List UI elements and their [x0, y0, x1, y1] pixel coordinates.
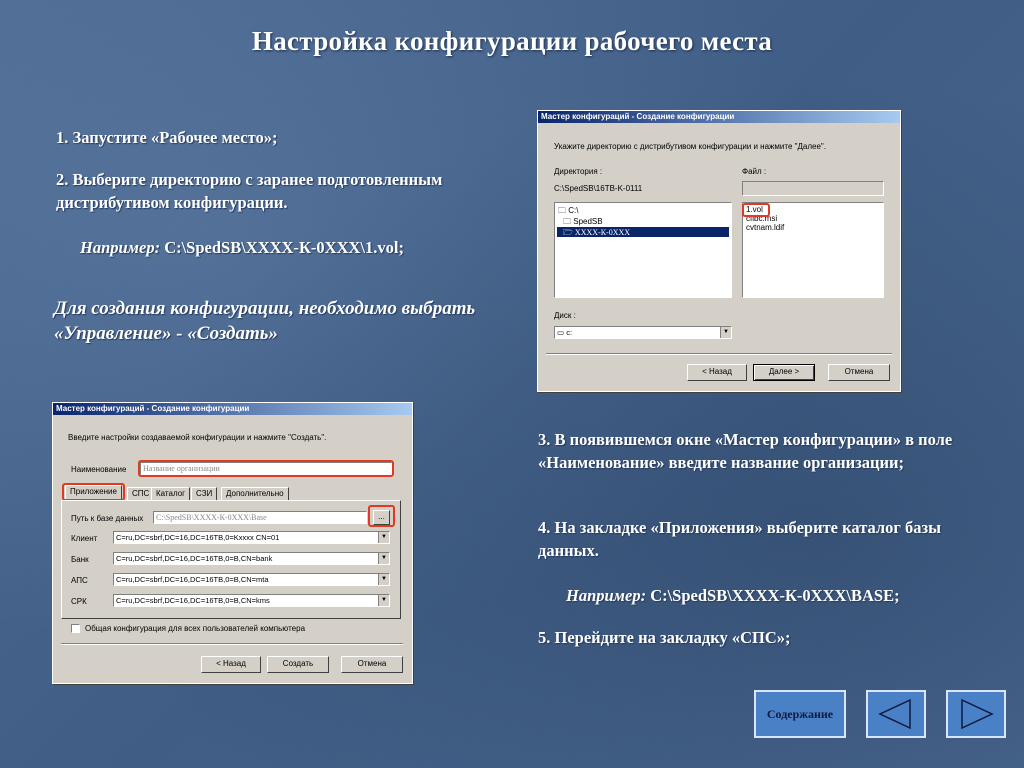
step-5: 5. Перейдите на закладку «СПС»;	[538, 628, 791, 647]
db-path-input[interactable]: C:\SpedSB\XXXX-К-0XXX\Base	[153, 511, 367, 524]
example-2-value: C:\SpedSB\XXXX-К-0XXX\BASE;	[646, 586, 900, 605]
contents-label: Содержание	[766, 706, 834, 721]
chevron-down-icon[interactable]: ▼	[378, 595, 389, 606]
row-label-aps: АПС	[71, 576, 88, 585]
file-label: Файл :	[742, 167, 767, 176]
example-1: Например: C:\SpedSB\XXXX-К-0XXX\1.vol;	[80, 236, 500, 259]
wizard-1-instruction: Укажите директорию с дистрибутивом конфи…	[554, 142, 826, 151]
file-name-field[interactable]	[742, 181, 884, 196]
folder-icon: 🗀	[558, 206, 566, 215]
next-slide-button[interactable]	[946, 690, 1006, 738]
prev-slide-button[interactable]	[866, 690, 926, 738]
folder-open-icon: 🗁	[563, 228, 573, 237]
triangle-left-icon	[878, 698, 911, 730]
shared-config-label: Общая конфигурация для всех пользователе…	[85, 624, 306, 633]
aps-select[interactable]: C=ru,DC=sbrf,DC=16,DC=16TB,0=B,CN=mta ▼	[113, 573, 390, 586]
create-button[interactable]: Создать	[267, 656, 329, 673]
folder-icon: 🗀	[563, 217, 571, 226]
chevron-down-icon[interactable]: ▼	[720, 327, 731, 338]
next-button[interactable]: Далее >	[753, 364, 815, 381]
wizard-dialog-create-config: Мастер конфигураций - Создание конфигура…	[52, 402, 413, 684]
step-1: 1. Запустите «Рабочее место»;	[56, 128, 278, 147]
example-1-value: C:\SpedSB\XXXX-К-0XXX\1.vol;	[160, 238, 404, 257]
directory-label: Директория :	[554, 167, 603, 176]
cancel-button[interactable]: Отмена	[341, 656, 403, 673]
step-3: 3. В появившемся окне «Мастер конфигурац…	[538, 430, 953, 472]
name-label: Наименование	[71, 465, 127, 474]
db-path-label: Путь к базе данных	[71, 514, 144, 523]
client-select[interactable]: C=ru,DC=sbrf,DC=16,DC=16TB,0=Kxxxx CN=01…	[113, 531, 390, 544]
highlight-browse	[368, 505, 395, 527]
drive-select[interactable]: ▭ c: ▼	[554, 326, 732, 339]
tab-additional[interactable]: Дополнительно	[221, 487, 289, 500]
highlight-name	[138, 460, 394, 477]
back-button[interactable]: < Назад	[687, 364, 747, 381]
separator	[546, 353, 892, 355]
create-note: Для создания конфигурации, необходимо вы…	[54, 298, 476, 344]
bank-select[interactable]: C=ru,DC=sbrf,DC=16,DC=16TB,0=B,CN=bank ▼	[113, 552, 390, 565]
wizard-dialog-select-dir: Мастер конфигураций - Создание конфигура…	[537, 110, 901, 392]
directory-value: C:\SpedSB\16TB-K-0111	[554, 184, 643, 193]
highlight-tab	[62, 483, 125, 501]
row-label-client: Клиент	[71, 534, 98, 543]
wizard-2-instruction: Введите настройки создаваемой конфигурац…	[68, 433, 327, 442]
separator	[61, 643, 403, 645]
step-2: 2. Выберите директорию с заранее подгото…	[56, 170, 443, 212]
row-label-bank: Банк	[71, 555, 89, 564]
folder-item-selected[interactable]: 🗁 XXXX-К-0XXX	[557, 227, 729, 237]
tab-catalog[interactable]: Каталог	[151, 487, 191, 500]
wizard-1-caption: Мастер конфигураций - Создание конфигура…	[538, 111, 900, 123]
drive-label: Диск :	[554, 311, 576, 320]
chevron-down-icon[interactable]: ▼	[378, 574, 389, 585]
example-2-label: Например:	[566, 586, 647, 605]
step-4: 4. На закладке «Приложения» выберите кат…	[538, 518, 942, 560]
srk-select[interactable]: C=ru,DC=sbrf,DC=16,DC=16TB,0=B,CN=kms ▼	[113, 594, 390, 607]
row-label-srk: СРК	[71, 597, 87, 606]
back-button[interactable]: < Назад	[201, 656, 261, 673]
triangle-right-icon	[961, 698, 994, 730]
directory-tree[interactable]: 🗀 C:\ 🗀 SpedSB 🗁 XXXX-К-0XXX	[554, 202, 732, 298]
highlight-file	[742, 203, 770, 217]
contents-button[interactable]: Содержание	[754, 690, 846, 738]
example-1-label: Например:	[80, 238, 161, 257]
drive-icon: ▭	[557, 328, 565, 337]
wizard-2-caption: Мастер конфигураций - Создание конфигура…	[53, 403, 412, 415]
tab-szi[interactable]: СЗИ	[191, 487, 218, 500]
file-item-ldif[interactable]: cvtnam.ldif	[746, 223, 784, 232]
chevron-down-icon[interactable]: ▼	[378, 532, 389, 543]
cancel-button[interactable]: Отмена	[828, 364, 890, 381]
chevron-down-icon[interactable]: ▼	[378, 553, 389, 564]
example-2: Например: C:\SpedSB\XXXX-К-0XXX\BASE;	[566, 584, 1006, 607]
shared-config-checkbox[interactable]	[71, 624, 80, 633]
slide-title: Настройка конфигурации рабочего места	[251, 26, 773, 56]
